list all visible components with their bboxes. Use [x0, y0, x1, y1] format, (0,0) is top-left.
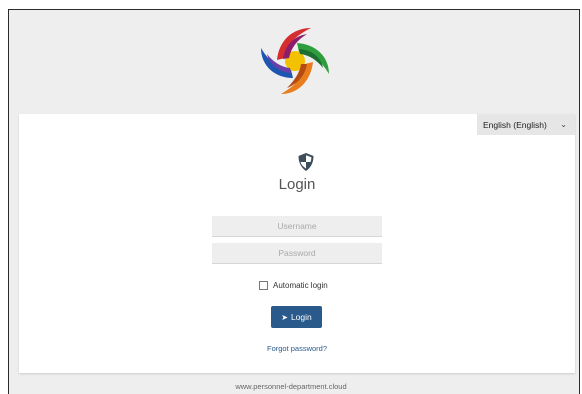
footer-domain: www.personnel-department.cloud [235, 382, 347, 391]
password-input[interactable] [212, 243, 382, 264]
login-button[interactable]: ➤ Login [271, 306, 322, 328]
automatic-login-checkbox[interactable] [259, 280, 268, 290]
login-card: English (English) ⌄ Login Automatic logi… [19, 114, 575, 373]
automatic-login-option[interactable]: Automatic login [259, 279, 328, 291]
company-logo [261, 28, 329, 94]
language-select[interactable]: English (English) ⌄ [477, 114, 575, 135]
shield-icon [298, 153, 314, 171]
sign-in-icon: ➤ [281, 312, 288, 322]
chevron-down-icon: ⌄ [560, 120, 567, 129]
language-select-value: English (English) [483, 119, 547, 130]
login-button-label: Login [290, 312, 312, 322]
page-title: Login [278, 176, 316, 193]
automatic-login-label: Automatic login [273, 280, 328, 290]
forgot-password-link[interactable]: Forgot password? [19, 344, 575, 353]
username-input[interactable] [212, 216, 382, 237]
